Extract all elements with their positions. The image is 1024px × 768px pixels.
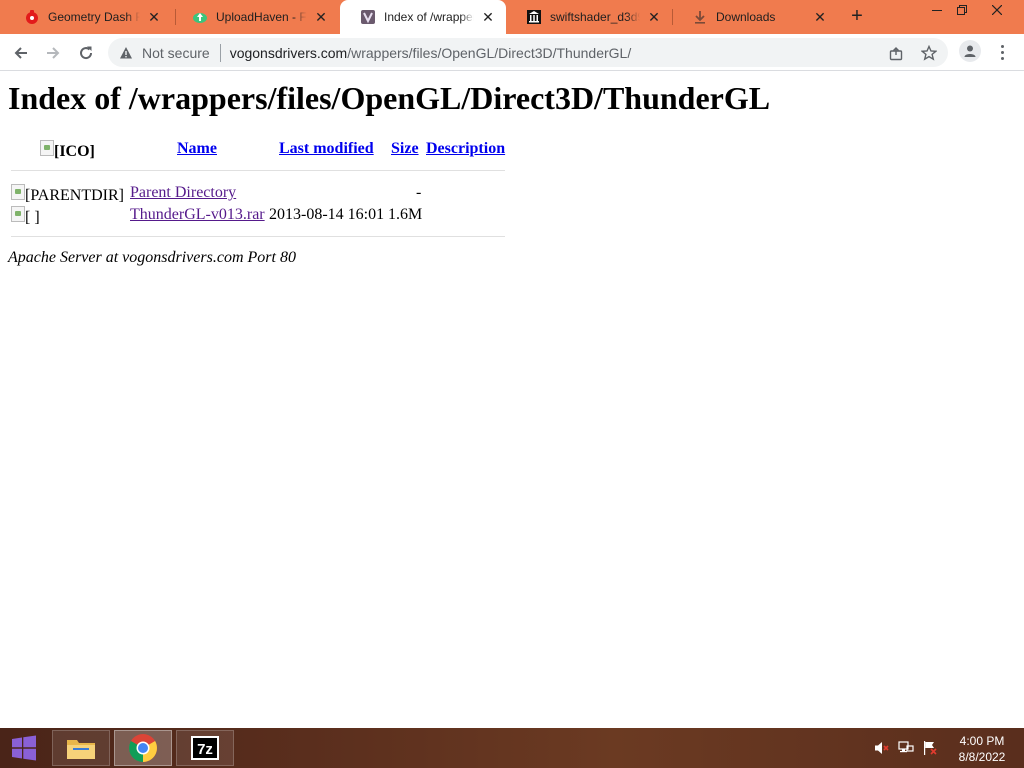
url-domain: vogonsdrivers.com	[229, 44, 348, 61]
broken-image-icon	[11, 184, 25, 200]
close-icon[interactable]: ✕	[480, 9, 496, 25]
network-icon[interactable]	[898, 740, 914, 756]
tab-title: UploadHaven - File	[216, 10, 307, 24]
chrome-icon	[129, 734, 157, 762]
bookmark-star-icon[interactable]	[921, 45, 937, 61]
windows-taskbar: 7z 4:00 PM 8/8/2022	[0, 728, 1024, 768]
tab-strip: Geometry Dash Free ✕ UploadHaven - File …	[0, 0, 1024, 34]
kebab-menu-icon[interactable]	[996, 42, 1008, 62]
file-link-thundergl[interactable]: ThunderGL-v013.rar	[130, 206, 265, 224]
page-content: Index of /wrappers/files/OpenGL/Direct3D…	[0, 72, 1024, 728]
omnibox-divider	[219, 43, 221, 62]
row-last-modified: 2013-08-14 16:01	[269, 206, 385, 223]
table-row-icon: [ ]	[11, 206, 40, 227]
start-button[interactable]	[4, 730, 44, 766]
column-header-icon: [ICO]	[40, 140, 95, 161]
close-window-icon[interactable]	[982, 0, 1012, 20]
7zip-icon: 7z	[191, 736, 219, 760]
forward-arrow-icon	[47, 47, 60, 59]
browser-toolbar: Not secure vogonsdrivers.com/wrappers/fi…	[0, 34, 1024, 71]
share-icon[interactable]	[888, 45, 904, 61]
folder-icon	[67, 740, 95, 759]
geometry-dash-icon	[24, 9, 40, 25]
server-signature: Apache Server at vogonsdrivers.com Port …	[8, 249, 296, 266]
profile-avatar-icon[interactable]	[959, 40, 981, 62]
clock-date: 8/8/2022	[958, 750, 1006, 764]
taskbar-chrome[interactable]	[114, 730, 172, 766]
7zip-label: 7z	[197, 741, 213, 758]
restore-icon[interactable]	[947, 0, 977, 20]
tab-swiftshader[interactable]: swiftshader_d3d9 - ✕	[506, 0, 672, 34]
taskbar-7zip[interactable]: 7z	[176, 730, 234, 766]
windows-logo-icon	[12, 735, 36, 761]
new-tab-button[interactable]: +	[846, 5, 868, 27]
tab-geometry-dash[interactable]: Geometry Dash Free ✕	[4, 0, 172, 34]
broken-image-icon	[40, 140, 54, 156]
sort-by-name-link[interactable]: Name	[177, 140, 217, 158]
divider	[11, 236, 505, 237]
tab-title: swiftshader_d3d9 -	[550, 10, 640, 24]
taskbar-file-explorer[interactable]	[52, 730, 110, 766]
taskbar-clock[interactable]: 4:00 PM 8/8/2022	[952, 733, 1012, 765]
download-icon	[692, 9, 708, 25]
tab-downloads[interactable]: Downloads ✕	[672, 0, 838, 34]
close-icon[interactable]: ✕	[812, 9, 828, 25]
tab-index-of-wrappers[interactable]: Index of /wrappers ✕	[340, 0, 506, 34]
broken-image-icon	[11, 206, 25, 222]
forward-button[interactable]	[40, 40, 66, 66]
page-title: Index of /wrappers/files/OpenGL/Direct3D…	[8, 80, 771, 116]
close-icon[interactable]: ✕	[146, 9, 162, 25]
vogons-icon	[360, 9, 376, 25]
close-icon[interactable]: ✕	[313, 9, 329, 25]
museum-icon	[526, 9, 542, 25]
tab-title: Downloads	[716, 10, 776, 24]
uploadhaven-icon	[192, 9, 208, 25]
close-icon[interactable]: ✕	[646, 9, 662, 25]
row-size: -	[416, 184, 422, 201]
reload-icon	[80, 46, 93, 60]
divider	[11, 170, 505, 171]
sort-by-description-link[interactable]: Description	[426, 140, 505, 158]
reload-button[interactable]	[73, 40, 99, 66]
sort-by-size-link[interactable]: Size	[391, 140, 419, 158]
warning-icon[interactable]	[118, 45, 134, 61]
volume-muted-icon[interactable]	[874, 740, 890, 756]
address-bar[interactable]: Not secure vogonsdrivers.com/wrappers/fi…	[108, 38, 948, 67]
sort-by-last-modified-link[interactable]: Last modified	[279, 140, 374, 158]
parent-directory-link[interactable]: Parent Directory	[130, 184, 236, 202]
tab-title: Index of /wrappers	[384, 10, 474, 24]
action-center-flag-icon[interactable]	[922, 740, 938, 756]
back-arrow-icon	[14, 47, 27, 59]
url-text[interactable]: vogonsdrivers.com/wrappers/files/OpenGL/…	[230, 45, 632, 61]
tab-uploadhaven[interactable]: UploadHaven - File ✕	[172, 0, 339, 34]
back-button[interactable]	[8, 40, 34, 66]
url-path: /wrappers/files/OpenGL/Direct3D/ThunderG…	[347, 44, 632, 61]
row-size: 1.6M	[388, 206, 423, 223]
clock-time: 4:00 PM	[959, 734, 1005, 748]
security-label[interactable]: Not secure	[142, 45, 210, 61]
tab-title: Geometry Dash Free	[48, 10, 140, 24]
table-row-icon: [PARENTDIR]	[11, 184, 124, 205]
